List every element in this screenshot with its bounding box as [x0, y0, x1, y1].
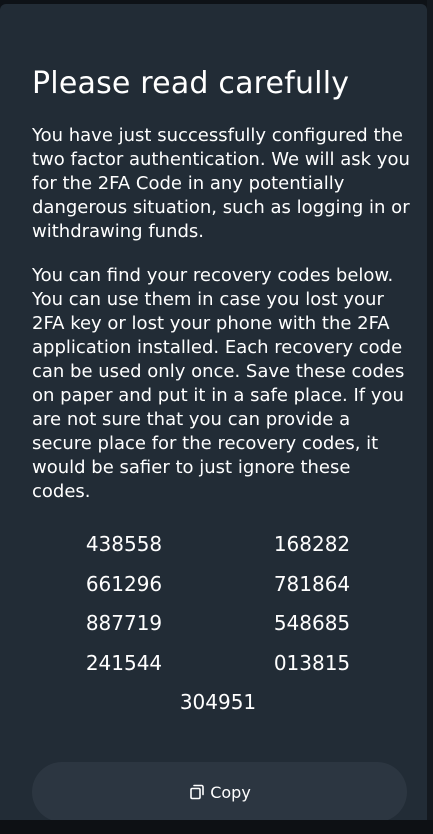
bottom-bar [0, 820, 433, 834]
copy-button[interactable]: Copy [32, 762, 407, 822]
recovery-code: 168282 [273, 532, 351, 556]
copy-icon [188, 783, 206, 801]
scrollbar-track[interactable] [427, 0, 433, 834]
recovery-code: 438558 [85, 532, 163, 556]
recovery-code: 548685 [273, 611, 351, 635]
recovery-codes-dialog: Please read carefully You have just succ… [0, 4, 427, 820]
intro-paragraph: You have just successfully configured th… [32, 125, 410, 242]
recovery-code: 013815 [273, 651, 351, 675]
recovery-code: 781864 [273, 572, 351, 596]
recovery-code: 241544 [85, 651, 163, 675]
recovery-code: 887719 [85, 611, 163, 635]
recovery-code: 304951 [179, 690, 257, 714]
copy-button-label: Copy [210, 782, 251, 802]
recovery-code: 661296 [85, 572, 163, 596]
recovery-info-paragraph: You can find your recovery codes below. … [32, 265, 405, 502]
dialog-title: Please read carefully [32, 66, 350, 101]
